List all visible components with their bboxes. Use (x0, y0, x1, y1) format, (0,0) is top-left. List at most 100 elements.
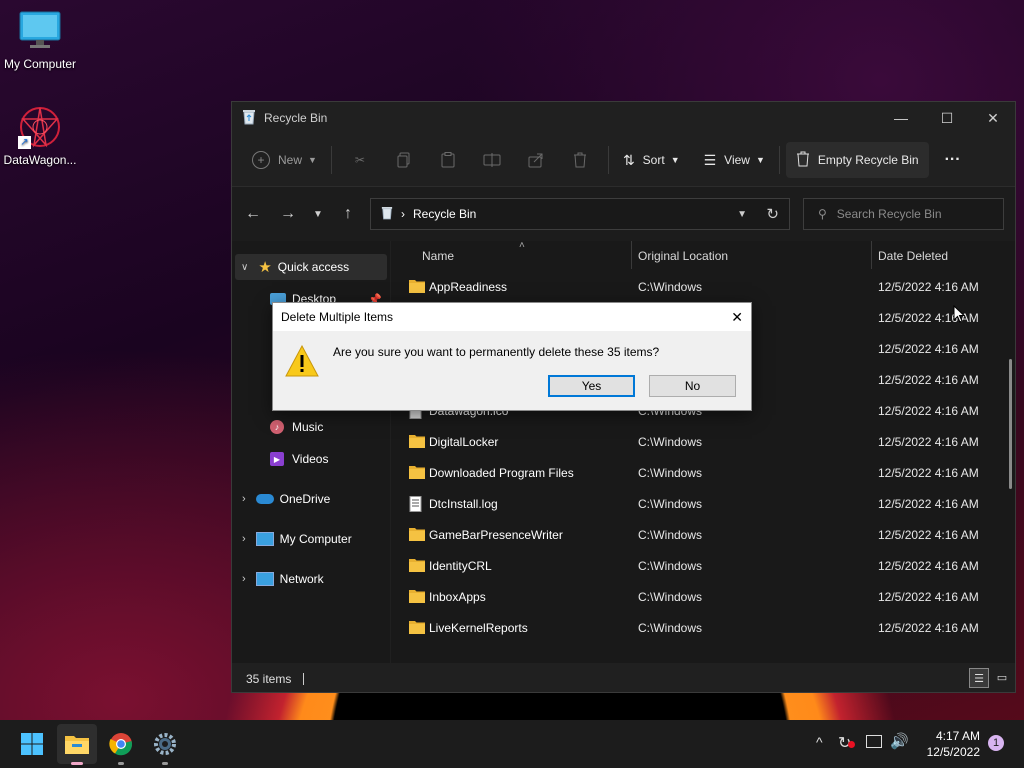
sidebar-item-label: Network (279, 572, 324, 586)
copy-icon[interactable] (390, 142, 418, 178)
column-divider[interactable] (631, 241, 632, 269)
breadcrumb-chevron-icon: › (401, 207, 405, 221)
chevron-right-icon: › (242, 533, 246, 545)
folder-icon (409, 434, 425, 451)
file-explorer-icon (65, 736, 89, 754)
sort-button[interactable]: ⇅ Sort ▼ (615, 142, 688, 178)
file-name: InboxApps (429, 589, 486, 604)
file-original-location: C:\Windows (638, 434, 703, 449)
title-bar[interactable]: Recycle Bin — ☐ ✕ (232, 102, 1015, 134)
network-icon (255, 572, 274, 586)
sidebar-item-my-computer[interactable]: › My Computer (232, 526, 386, 552)
sidebar-item-music[interactable]: ♪ Music (232, 414, 386, 440)
folder-icon (409, 279, 425, 296)
vertical-scrollbar[interactable] (1009, 359, 1012, 489)
sidebar-item-onedrive[interactable]: › OneDrive (232, 486, 386, 512)
folder-icon (409, 589, 425, 606)
file-date-deleted: 12/5/2022 4:16 AM (878, 589, 979, 604)
table-row[interactable]: IdentityCRL C:\Windows 12/5/2022 4:16 AM (391, 550, 1001, 581)
show-hidden-icons-chevron-icon[interactable]: ^ (816, 734, 823, 750)
empty-recycle-bin-button[interactable]: Empty Recycle Bin (785, 142, 929, 178)
table-row[interactable]: DtcInstall.log C:\Windows 12/5/2022 4:16 A… (391, 488, 1001, 519)
chrome-taskbar-button[interactable] (101, 724, 141, 765)
up-arrow-icon[interactable]: ↑ (332, 198, 364, 230)
column-header-original-location[interactable]: Original Location (638, 241, 868, 271)
file-date-deleted: 12/5/2022 4:16 AM (878, 434, 979, 449)
minimize-button[interactable]: — (878, 102, 924, 134)
file-name: DigitalLocker (429, 434, 499, 449)
search-icon: ⚲ (818, 207, 827, 221)
refresh-icon[interactable]: ↻ (766, 205, 779, 223)
table-row[interactable]: AppReadiness C:\Windows 12/5/2022 4:16 AM (391, 271, 1001, 302)
sync-alert-icon[interactable]: ↻ (838, 733, 855, 753)
file-name: AppReadiness (429, 279, 508, 294)
file-explorer-taskbar-button[interactable] (57, 724, 97, 765)
column-header-label: Date Deleted (878, 249, 949, 263)
dialog-close-icon[interactable]: ✕ (731, 309, 743, 326)
settings-icon (154, 733, 176, 755)
large-icons-view-icon[interactable]: ▭ (993, 668, 1011, 686)
search-box[interactable]: ⚲ Search Recycle Bin (803, 198, 1004, 230)
dialog-message: Are you sure you want to permanently del… (333, 345, 660, 359)
column-header-label: Name (422, 249, 455, 263)
close-button[interactable]: ✕ (970, 102, 1016, 134)
volume-icon[interactable]: 🔊 (890, 732, 909, 750)
yes-button[interactable]: Yes (548, 375, 635, 397)
warning-icon (285, 344, 319, 380)
column-header-name[interactable]: Name (422, 241, 628, 271)
recent-locations-chevron-icon[interactable]: ▼ (304, 198, 332, 230)
table-row[interactable]: Downloaded Program Files C:\Windows 12/5/2… (391, 457, 1001, 488)
network-status-icon[interactable] (866, 735, 882, 748)
column-divider[interactable] (871, 241, 872, 269)
cut-icon[interactable]: ✂ (346, 142, 374, 178)
breadcrumb-recycle-bin[interactable]: Recycle Bin (413, 207, 476, 221)
desktop-icon-label: DataWagon... (3, 153, 77, 167)
table-row[interactable]: DigitalLocker C:\Windows 12/5/2022 4:16 AM (391, 426, 1001, 457)
file-name: LiveKernelReports (429, 620, 528, 635)
address-dropdown-icon[interactable]: ▼ (737, 209, 747, 220)
table-row[interactable]: LiveKernelReports C:\Windows 12/5/2022 4:1… (391, 612, 1001, 643)
file-original-location: C:\Windows (638, 527, 703, 542)
file-date-deleted: 12/5/2022 4:16 AM (878, 620, 979, 635)
view-list-icon: ☰ (703, 151, 717, 168)
chevron-down-icon: ▼ (670, 155, 680, 165)
desktop-icon-datawagon[interactable]: ↗ DataWagon... (0, 105, 80, 167)
rename-icon[interactable] (478, 142, 506, 178)
sidebar-item-quick-access[interactable]: ∨ ★ Quick access (235, 254, 387, 280)
chevron-right-icon: › (242, 573, 246, 585)
more-options-button[interactable]: ··· (937, 142, 969, 178)
file-name: Downloaded Program Files (429, 465, 574, 480)
desktop-icon-my-computer[interactable]: My Computer (0, 10, 80, 71)
notification-badge[interactable]: 1 (988, 735, 1004, 751)
sidebar-item-videos[interactable]: ▶ Videos (232, 446, 386, 472)
empty-recycle-bin-label: Empty Recycle Bin (817, 153, 919, 167)
share-icon[interactable] (522, 142, 550, 178)
clock[interactable]: 4:17 AM 12/5/2022 (918, 728, 980, 760)
file-name: GameBarPresenceWriter (429, 527, 563, 542)
sidebar-item-label: Quick access (277, 260, 350, 274)
forward-arrow-icon[interactable]: → (272, 198, 304, 230)
sort-label: Sort (642, 153, 665, 167)
no-button[interactable]: No (649, 375, 736, 397)
view-button[interactable]: ☰ View ▼ (696, 142, 773, 178)
address-bar[interactable]: › Recycle Bin ▼ ↻ (370, 198, 790, 230)
table-row[interactable]: GameBarPresenceWriter C:\Windows 12/5/2022… (391, 519, 1001, 550)
sidebar-item-network[interactable]: › Network (232, 566, 386, 592)
new-button[interactable]: + New ▼ (242, 142, 325, 178)
plus-circle-icon: + (252, 151, 270, 169)
file-date-deleted: 12/5/2022 4:16 AM (878, 341, 979, 356)
maximize-button[interactable]: ☐ (924, 102, 970, 134)
view-label: View (724, 153, 750, 167)
paste-icon[interactable] (434, 142, 462, 178)
delete-icon[interactable] (566, 142, 594, 178)
settings-taskbar-button[interactable] (145, 724, 185, 765)
table-row[interactable]: InboxApps C:\Windows 12/5/2022 4:16 AM (391, 581, 1001, 612)
back-arrow-icon[interactable]: ← (237, 198, 269, 230)
sidebar-item-label: Music (292, 420, 324, 434)
clock-date: 12/5/2022 (926, 745, 980, 759)
desktop-icon-label: My Computer (3, 57, 77, 71)
start-button[interactable] (12, 724, 52, 764)
column-header-date-deleted[interactable]: Date Deleted (878, 241, 998, 271)
details-view-icon[interactable]: ☰ (969, 668, 989, 688)
dialog-title-bar[interactable]: Delete Multiple Items ✕ (273, 303, 751, 331)
